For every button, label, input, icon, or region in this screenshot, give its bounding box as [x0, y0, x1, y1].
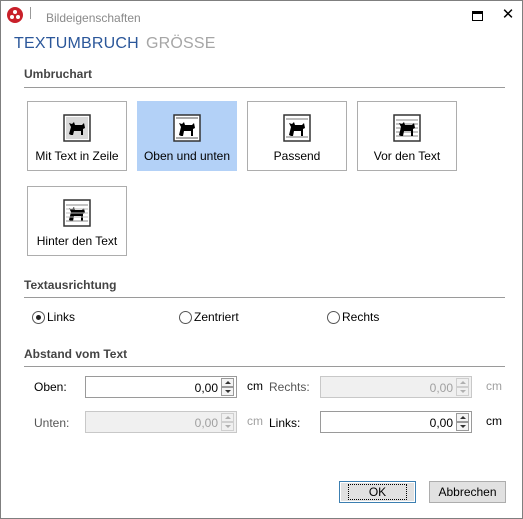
radio-button[interactable] — [179, 310, 192, 324]
top-distance-unit: cm — [247, 379, 263, 393]
bottom-distance-label: Unten: — [34, 416, 70, 430]
spin-up-icon[interactable] — [456, 413, 469, 422]
align-radio-right[interactable]: Rechts — [327, 310, 379, 324]
wrap-section-divider — [24, 87, 505, 88]
radio-label: Links — [47, 310, 76, 324]
spin-down-icon[interactable] — [456, 422, 469, 431]
title-bar: Bildeigenschaften ✕ — [1, 1, 522, 31]
wrap-option-in-front[interactable]: Vor den Text — [357, 101, 457, 171]
right-distance-spinner[interactable]: 0,00 — [320, 376, 472, 398]
cancel-button[interactable]: Abbrechen — [429, 481, 506, 503]
spinner-arrows[interactable] — [221, 378, 234, 396]
spin-up-icon[interactable] — [221, 413, 234, 422]
alignment-section-title: Textausrichtung — [24, 278, 117, 292]
top-distance-value[interactable]: 0,00 — [195, 381, 218, 395]
left-distance-label: Links: — [269, 416, 301, 430]
wrap-tight-icon — [283, 114, 311, 142]
wrap-option-label: Hinter den Text — [36, 234, 118, 248]
left-distance-unit: cm — [486, 414, 502, 428]
bottom-distance-spinner[interactable]: 0,00 — [85, 411, 237, 433]
spin-up-icon[interactable] — [221, 378, 234, 387]
right-distance-value[interactable]: 0,00 — [430, 381, 453, 395]
spin-up-icon[interactable] — [456, 378, 469, 387]
app-logo-icon — [7, 7, 23, 23]
align-radio-left[interactable]: Links — [32, 310, 75, 324]
left-distance-value[interactable]: 0,00 — [430, 416, 453, 430]
wrap-option-label: Mit Text in Zeile — [35, 149, 119, 163]
wrap-option-tight[interactable]: Passend — [247, 101, 347, 171]
dialog-window: Bildeigenschaften ✕ TEXTUMBRUCH GRÖSSE U… — [0, 0, 523, 519]
radio-label: Rechts — [342, 310, 380, 324]
spinner-arrows[interactable] — [456, 378, 469, 396]
spin-down-icon[interactable] — [456, 387, 469, 396]
wrap-option-label: Oben und unten — [143, 149, 231, 163]
tab-textumbruch[interactable]: TEXTUMBRUCH — [14, 35, 139, 53]
bottom-distance-unit: cm — [247, 414, 263, 428]
top-distance-label: Oben: — [34, 380, 67, 394]
wrap-top-bottom-icon — [173, 114, 201, 142]
spin-down-icon[interactable] — [221, 387, 234, 396]
wrap-inline-icon — [63, 114, 91, 142]
window-title: Bildeigenschaften — [46, 11, 141, 25]
close-icon[interactable]: ✕ — [500, 7, 516, 23]
wrap-option-inline[interactable]: Mit Text in Zeile — [27, 101, 127, 171]
spin-down-icon[interactable] — [221, 422, 234, 431]
distance-section-divider — [24, 366, 505, 367]
tab-groesse[interactable]: GRÖSSE — [146, 35, 216, 53]
alignment-section-divider — [24, 297, 505, 298]
ok-button[interactable]: OK — [339, 481, 416, 503]
distance-section-title: Abstand vom Text — [24, 347, 128, 361]
left-distance-spinner[interactable]: 0,00 — [320, 411, 472, 433]
maximize-icon[interactable] — [472, 11, 483, 21]
top-distance-spinner[interactable]: 0,00 — [85, 376, 237, 398]
spinner-arrows[interactable] — [221, 413, 234, 431]
right-distance-unit: cm — [486, 379, 502, 393]
radio-button[interactable] — [32, 310, 45, 324]
wrap-option-top-bottom[interactable]: Oben und unten — [137, 101, 237, 171]
wrap-option-behind[interactable]: Hinter den Text — [27, 186, 127, 256]
wrap-option-label: Vor den Text — [373, 149, 441, 163]
spinner-arrows[interactable] — [456, 413, 469, 431]
radio-button[interactable] — [327, 310, 340, 324]
align-radio-center[interactable]: Zentriert — [179, 310, 239, 324]
title-separator — [30, 7, 31, 19]
ok-button-label: OK — [347, 484, 408, 500]
wrap-in-front-icon — [393, 114, 421, 142]
bottom-distance-value[interactable]: 0,00 — [195, 416, 218, 430]
right-distance-label: Rechts: — [269, 380, 310, 394]
wrap-option-label: Passend — [273, 149, 321, 163]
radio-label: Zentriert — [194, 310, 239, 324]
wrap-behind-icon — [63, 199, 91, 227]
wrap-section-title: Umbruchart — [24, 67, 93, 81]
